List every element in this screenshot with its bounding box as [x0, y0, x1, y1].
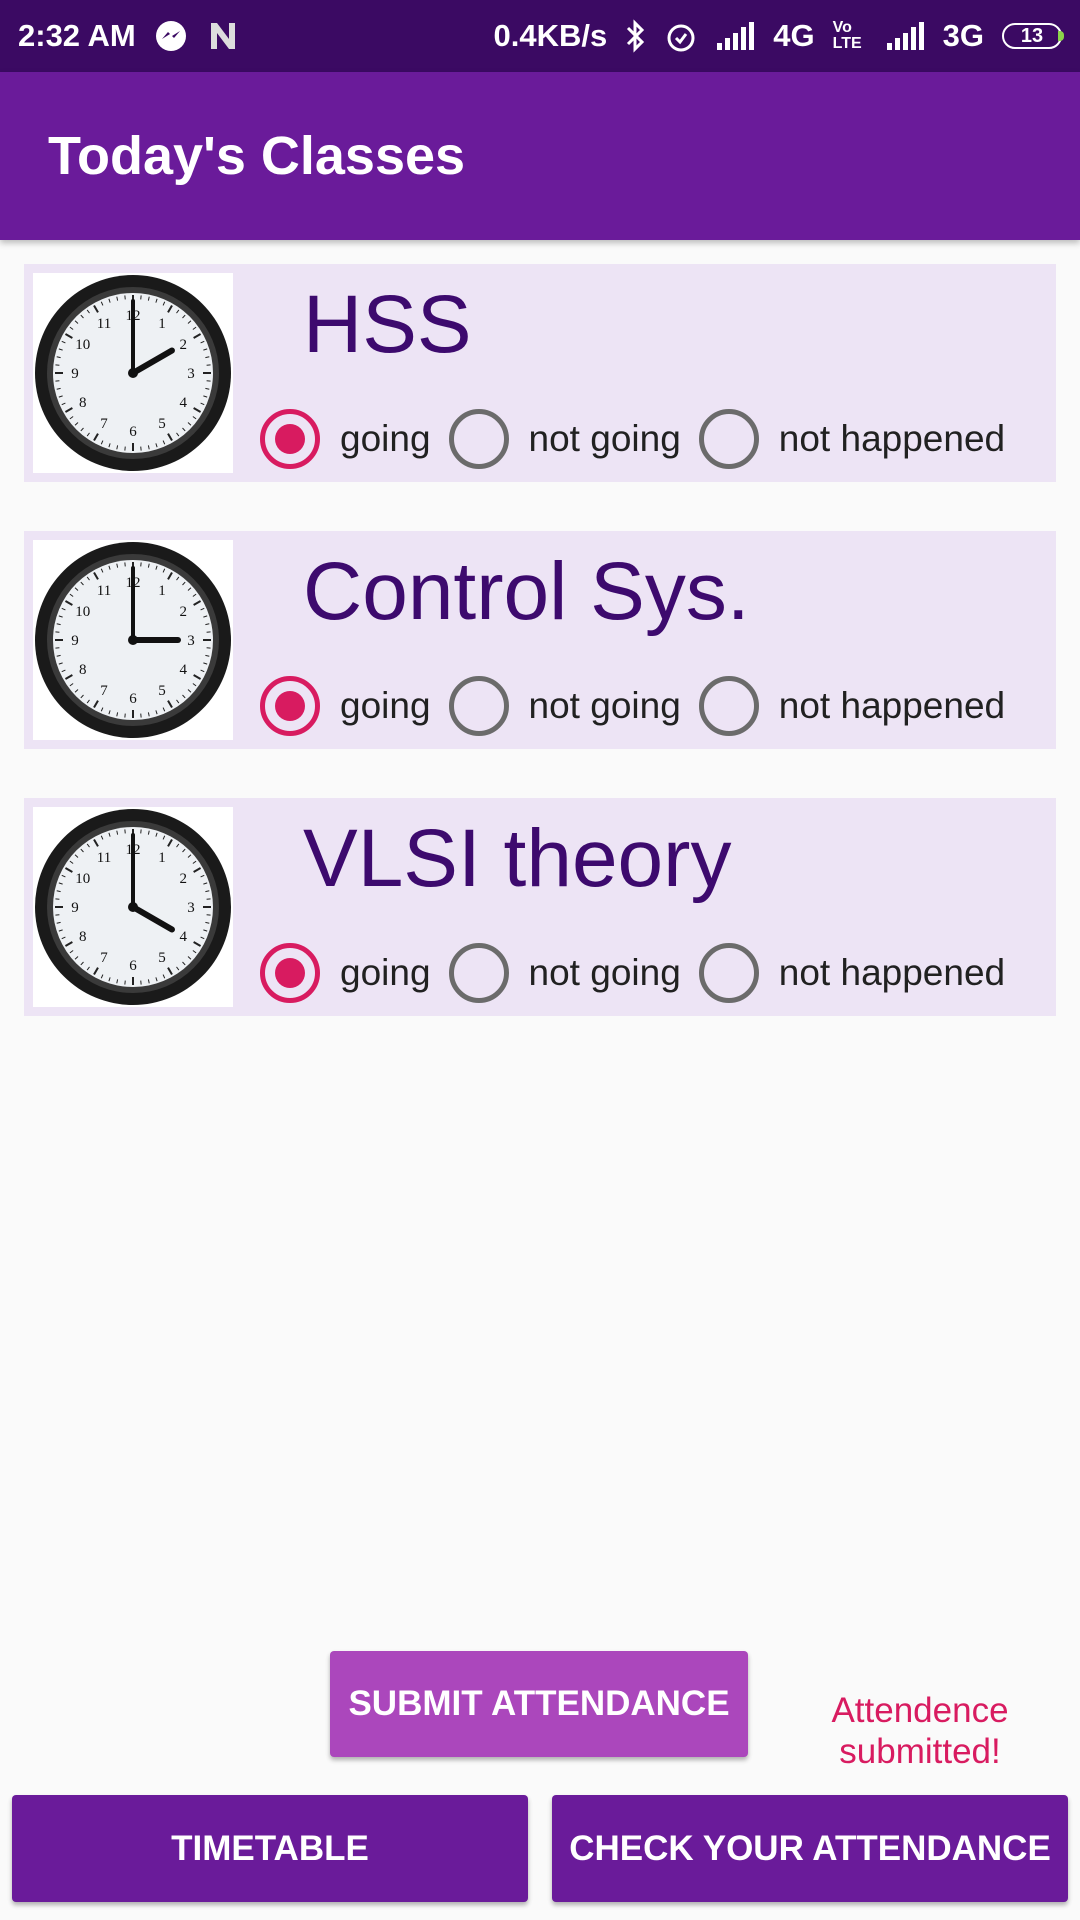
radio-button[interactable]: [698, 943, 759, 1003]
radio-option-not-happened[interactable]: not happened: [698, 409, 1006, 469]
class-title: Control Sys.: [303, 546, 750, 637]
timetable-button[interactable]: TIMETABLE: [12, 1795, 528, 1902]
app-bar: Today's Classes: [0, 72, 1080, 240]
attendance-radio-group: going not going not happened: [260, 943, 1023, 1003]
svg-text:11: 11: [97, 850, 111, 866]
svg-text:9: 9: [71, 900, 79, 916]
status-bar: 2:32 AM 0.4KB/s 4G Vo LTE 3G 13: [0, 0, 1080, 72]
svg-text:1: 1: [158, 850, 166, 866]
signal-icon: [885, 21, 925, 51]
svg-text:2: 2: [179, 604, 187, 620]
svg-text:9: 9: [71, 633, 79, 649]
radio-button[interactable]: [448, 676, 509, 736]
network-type-1: 4G: [773, 18, 815, 53]
svg-text:7: 7: [100, 950, 108, 966]
radio-label-not-happened: not happened: [778, 685, 1006, 726]
radio-option-not-going[interactable]: not going: [448, 676, 681, 736]
svg-text:8: 8: [79, 395, 87, 411]
radio-label-not-going: not going: [528, 685, 681, 726]
svg-text:7: 7: [100, 416, 108, 432]
radio-button[interactable]: [698, 676, 759, 736]
svg-text:1: 1: [158, 583, 166, 599]
bluetooth-icon: [625, 19, 647, 53]
radio-button[interactable]: [260, 943, 320, 1003]
volte-label: Vo LTE: [832, 19, 862, 52]
svg-text:4: 4: [179, 395, 187, 411]
svg-text:10: 10: [75, 604, 90, 620]
network-type-2: 3G: [942, 18, 984, 53]
svg-text:5: 5: [158, 683, 166, 699]
messenger-icon: [154, 19, 188, 53]
submit-attendance-button[interactable]: SUBMIT ATTENDANCE: [330, 1651, 748, 1757]
svg-text:8: 8: [79, 662, 87, 678]
svg-text:3: 3: [187, 633, 195, 649]
clock-icon: 123456789101112: [33, 273, 233, 473]
page-title: Today's Classes: [48, 126, 466, 186]
radio-option-not-going[interactable]: not going: [448, 409, 681, 469]
signal-icon: [715, 21, 755, 51]
class-title: HSS: [303, 279, 472, 370]
class-card: 123456789101112 Control Sys. going not g…: [24, 531, 1056, 749]
radio-button[interactable]: [448, 409, 509, 469]
clock-icon: 123456789101112: [33, 540, 233, 740]
radio-option-going[interactable]: going: [260, 676, 431, 736]
radio-button[interactable]: [260, 676, 320, 736]
battery-icon: 13: [1002, 23, 1064, 49]
network-speed: 0.4KB/s: [493, 18, 608, 53]
clock-icon: 123456789101112: [33, 807, 233, 1007]
attendance-radio-group: going not going not happened: [260, 409, 1023, 469]
svg-text:8: 8: [79, 929, 87, 945]
radio-button[interactable]: [698, 409, 759, 469]
radio-label-going: going: [340, 418, 431, 459]
attendance-radio-group: going not going not happened: [260, 676, 1023, 736]
svg-text:4: 4: [179, 662, 187, 678]
svg-text:3: 3: [187, 366, 195, 382]
radio-button[interactable]: [448, 943, 509, 1003]
svg-text:7: 7: [100, 683, 108, 699]
svg-text:5: 5: [158, 950, 166, 966]
status-time: 2:32 AM: [18, 18, 136, 53]
submission-status-message: Attendence submitted!: [831, 1691, 1009, 1771]
class-card: 123456789101112 VLSI theory going not go…: [24, 798, 1056, 1016]
svg-text:6: 6: [129, 958, 137, 974]
svg-text:11: 11: [97, 316, 111, 332]
battery-level: 13: [1020, 24, 1044, 47]
radio-option-not-happened[interactable]: not happened: [698, 943, 1006, 1003]
svg-text:1: 1: [158, 316, 166, 332]
alarm-icon: [665, 19, 697, 53]
radio-button[interactable]: [260, 409, 320, 469]
svg-text:10: 10: [75, 337, 90, 353]
class-card: 123456789101112 HSS going not going not …: [24, 264, 1056, 482]
svg-text:6: 6: [129, 691, 137, 707]
radio-label-not-happened: not happened: [778, 952, 1006, 993]
svg-text:3: 3: [187, 900, 195, 916]
radio-label-going: going: [340, 685, 431, 726]
radio-option-going[interactable]: going: [260, 943, 431, 1003]
radio-label-going: going: [340, 952, 431, 993]
svg-text:2: 2: [179, 337, 187, 353]
svg-text:2: 2: [179, 871, 187, 887]
svg-text:10: 10: [75, 871, 90, 887]
svg-text:9: 9: [71, 366, 79, 382]
check-attendance-button[interactable]: CHECK YOUR ATTENDANCE: [552, 1795, 1068, 1902]
radio-label-not-going: not going: [528, 418, 681, 459]
radio-option-not-happened[interactable]: not happened: [698, 676, 1006, 736]
svg-text:6: 6: [129, 424, 137, 440]
svg-text:4: 4: [179, 929, 187, 945]
radio-option-going[interactable]: going: [260, 409, 431, 469]
svg-text:5: 5: [158, 416, 166, 432]
n-app-icon: [206, 19, 240, 53]
radio-label-not-going: not going: [528, 952, 681, 993]
class-title: VLSI theory: [303, 813, 732, 904]
radio-option-not-going[interactable]: not going: [448, 943, 681, 1003]
svg-text:11: 11: [97, 583, 111, 599]
radio-label-not-happened: not happened: [778, 418, 1006, 459]
